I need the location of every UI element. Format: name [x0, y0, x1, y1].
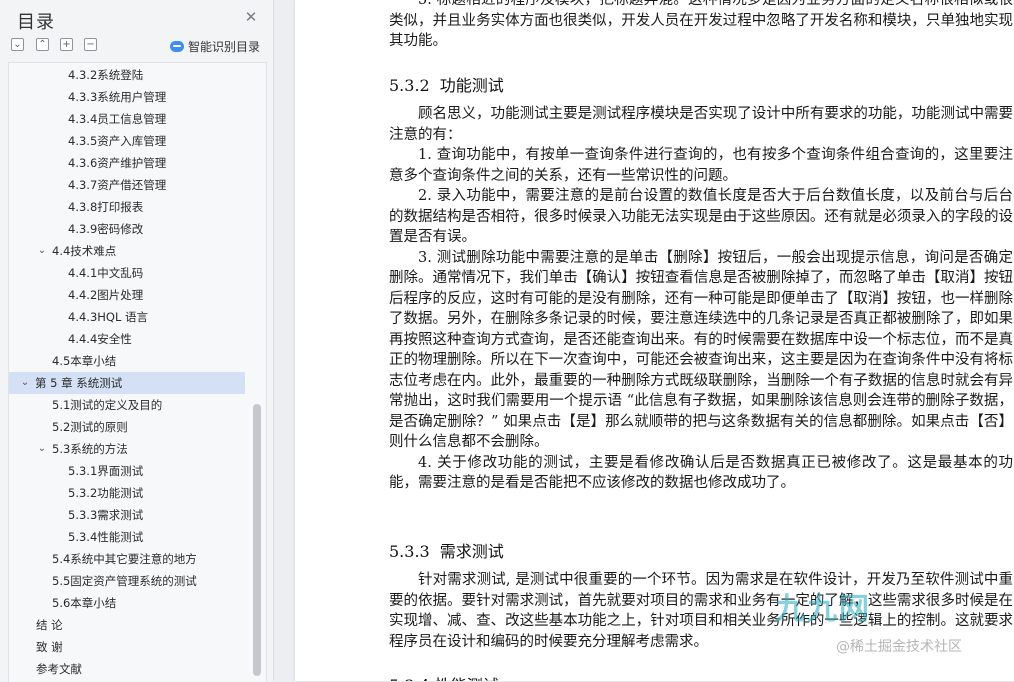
- toc-item-label: 4.3.6资产维护管理: [68, 156, 167, 170]
- toc-item-label: 参考文献: [36, 662, 82, 676]
- toc-item-label: 5.3.2功能测试: [68, 486, 144, 500]
- chevron-down-icon[interactable]: ⌄: [36, 438, 48, 460]
- toc-scrollbar[interactable]: [253, 404, 261, 676]
- toc-item-5-2[interactable]: 5.2测试的原则: [9, 416, 245, 438]
- toc-sidebar: 目录 ✕ ⌄ ⌃ + − 智能识别目录 4.3.2系统登陆 4.3.3系统用户管…: [0, 0, 274, 682]
- toc-item-label: 第 5 章 系统测试: [35, 376, 123, 390]
- toc-item-label: 4.3.9密码修改: [68, 222, 144, 236]
- toc-item-4-3-4[interactable]: 4.3.4员工信息管理: [9, 108, 245, 130]
- toc-item-label: 4.5本章小结: [52, 354, 117, 368]
- toc-item-5-4[interactable]: 5.4系统中其它要注意的地方: [9, 548, 245, 570]
- toc-item-label: 5.5固定资产管理系统的测试: [52, 574, 197, 588]
- add-icon[interactable]: +: [60, 38, 73, 51]
- paragraph-text: 2. 录入功能中，需要注意的是前台设置的数值长度是否大于后台数值长度，以及前台与…: [389, 188, 1013, 245]
- smart-recognize-label: 智能识别目录: [188, 40, 261, 54]
- section-number: 5.3.2: [389, 76, 430, 95]
- toc-item-references[interactable]: 参考文献: [9, 658, 245, 680]
- toc-item-4-3-8[interactable]: 4.3.8打印报表: [9, 196, 245, 218]
- toc-item-4-3-5[interactable]: 4.3.5资产入库管理: [9, 130, 245, 152]
- chevron-down-icon[interactable]: ⌄: [36, 240, 48, 262]
- toc-item-5-3[interactable]: ⌄ 5.3系统的方法: [9, 438, 245, 460]
- document-page: 5. 标题相近的程序及模块，把标题弄混。这种情况多是因为业务方面的定义名称很相似…: [295, 0, 1014, 681]
- toc-item-4-3-9[interactable]: 4.3.9密码修改: [9, 218, 245, 240]
- paragraph-text: 5. 标题相近的程序及模块，把标题弄混。这种情况多是因为业务方面的定义名称很相似…: [389, 0, 1013, 49]
- toc-item-label: 4.3.4员工信息管理: [68, 112, 167, 126]
- expand-all-icon[interactable]: ⌃: [36, 38, 49, 51]
- toc-item-4-4-1[interactable]: 4.4.1中文乱码: [9, 262, 245, 284]
- toc-item-label: 4.3.8打印报表: [68, 200, 144, 214]
- toc-item-4-4-3[interactable]: 4.4.3HQL 语言: [9, 306, 245, 328]
- toc-item-label: 4.3.7资产借还管理: [68, 178, 167, 192]
- collapse-all-icon[interactable]: ⌄: [11, 38, 24, 51]
- toc-item-label: 4.4.2图片处理: [68, 288, 144, 302]
- toc-list: 4.3.2系统登陆 4.3.3系统用户管理 4.3.4员工信息管理 4.3.5资…: [8, 62, 267, 682]
- toc-item-label: 4.3.2系统登陆: [68, 68, 144, 82]
- toc-item-5-5[interactable]: 5.5固定资产管理系统的测试: [9, 570, 245, 592]
- toc-item-label: 结 论: [36, 618, 63, 632]
- toc-item-label: 4.4.4安全性: [68, 332, 132, 346]
- toc-item-5-3-3[interactable]: 5.3.3需求测试: [9, 504, 245, 526]
- toc-item-label: 4.4.3HQL 语言: [68, 310, 149, 324]
- toc-item-label: 5.4系统中其它要注意的地方: [52, 552, 197, 566]
- remove-icon[interactable]: −: [84, 38, 97, 51]
- section-number: 5.3.3: [389, 542, 430, 561]
- toc-item-4-4-4[interactable]: 4.4.4安全性: [9, 328, 245, 350]
- chevron-down-icon[interactable]: ⌄: [19, 372, 31, 394]
- toc-item-4-4-2[interactable]: 4.4.2图片处理: [9, 284, 245, 306]
- toc-item-4-3-7[interactable]: 4.3.7资产借还管理: [9, 174, 245, 196]
- ai-icon: [170, 41, 184, 52]
- toc-item-conclusion[interactable]: 结 论: [9, 614, 245, 636]
- section-title: 需求测试: [439, 542, 504, 561]
- toc-item-label: 4.4.1中文乱码: [68, 266, 144, 280]
- paragraph-text: 1. 查询功能中，有按单一查询条件进行查询的，也有按多个查询条件组合查询的，这里…: [389, 147, 1013, 184]
- toc-item-label: 4.3.5资产入库管理: [68, 134, 167, 148]
- toc-item-label: 5.3.4性能测试: [68, 530, 144, 544]
- toc-item-5-3-2[interactable]: 5.3.2功能测试: [9, 482, 245, 504]
- toc-item-4-3-3[interactable]: 4.3.3系统用户管理: [9, 86, 245, 108]
- paragraph-text: 3. 测试删除功能中需要注意的是单击【删除】按钮后，一般会出现提示信息，询问是否…: [389, 249, 1013, 451]
- toc-item-label: 5.3系统的方法: [52, 442, 128, 456]
- paragraph-text: 针对需求测试, 是测试中很重要的一个环节。因为需求是在软件设计，开发乃至软件测试…: [389, 572, 1013, 650]
- toc-item-acknowledgements[interactable]: 致 谢: [9, 636, 245, 658]
- toc-item-label: 5.2测试的原则: [52, 420, 128, 434]
- toc-item-label: 4.3.3系统用户管理: [68, 90, 167, 104]
- toc-item-5-6[interactable]: 5.6本章小结: [9, 592, 245, 614]
- toc-item-4-3-6[interactable]: 4.3.6资产维护管理: [9, 152, 245, 174]
- toc-item-label: 5.1测试的定义及目的: [52, 398, 163, 412]
- document-paragraph: 5. 标题相近的程序及模块，把标题弄混。这种情况多是因为业务方面的定义名称很相似…: [389, 0, 1013, 52]
- close-icon[interactable]: ✕: [242, 8, 260, 26]
- toc-item-label: 5.3.1界面测试: [68, 464, 144, 478]
- toc-item-5-1[interactable]: 5.1测试的定义及目的: [9, 394, 245, 416]
- toc-item-label: 4.4技术难点: [52, 244, 117, 258]
- section-heading-5-3-4-partial: 5.3.4 性能测试: [389, 672, 499, 681]
- toc-item-4-4[interactable]: ⌄ 4.4技术难点: [9, 240, 245, 262]
- toc-item-5-3-1[interactable]: 5.3.1界面测试: [9, 460, 245, 482]
- section-body-5-3-3: 针对需求测试, 是测试中很重要的一个环节。因为需求是在软件设计，开发乃至软件测试…: [389, 570, 1013, 652]
- toc-item-4-5[interactable]: 4.5本章小结: [9, 350, 245, 372]
- toc-item-label: 5.6本章小结: [52, 596, 117, 610]
- toc-item-label: 5.3.3需求测试: [68, 508, 144, 522]
- toc-item-4-3-2[interactable]: 4.3.2系统登陆: [9, 64, 245, 86]
- smart-recognize-toc-button[interactable]: 智能识别目录: [170, 38, 260, 55]
- paragraph-text: 4. 关于修改功能的测试，主要是看修改确认后是否数据真正已被修改了。这是最基本的…: [389, 454, 1013, 492]
- section-heading-5-3-3: 5.3.3 需求测试: [389, 538, 504, 562]
- section-heading-5-3-2: 5.3.2 功能测试: [389, 72, 504, 96]
- paragraph-text: 顾名思义，功能测试主要是测试程序模块是否实现了设计中所有要求的功能，功能测试中需…: [389, 106, 1013, 143]
- toc-item-5-3-4[interactable]: 5.3.4性能测试: [9, 526, 245, 548]
- section-title: 功能测试: [439, 76, 504, 95]
- section-body-5-3-2: 顾名思义，功能测试主要是测试程序模块是否实现了设计中所有要求的功能，功能测试中需…: [389, 104, 1013, 494]
- sidebar-title: 目录: [17, 12, 55, 33]
- toc-item-label: 致 谢: [36, 640, 63, 654]
- toc-item-chapter-5[interactable]: ⌄ 第 5 章 系统测试: [9, 372, 245, 394]
